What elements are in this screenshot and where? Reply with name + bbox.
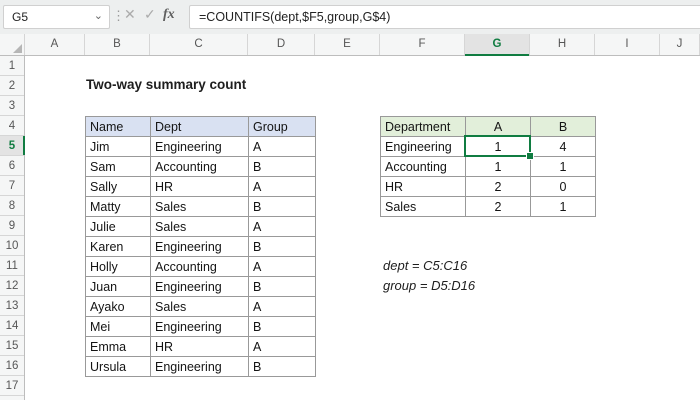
row-header-15[interactable]: 15 <box>0 336 24 356</box>
cell[interactable]: Accounting <box>150 256 249 277</box>
column-header-F[interactable]: F <box>380 34 465 55</box>
cell[interactable]: Ursula <box>85 356 151 377</box>
cell[interactable]: A <box>248 136 316 157</box>
column-header-B[interactable]: B <box>85 34 150 55</box>
cell[interactable]: 2 <box>465 176 531 197</box>
cell[interactable]: 1 <box>530 196 596 217</box>
header-cell[interactable]: Group <box>248 116 316 137</box>
cell[interactable]: A <box>248 176 316 197</box>
row-header-16[interactable]: 16 <box>0 356 24 376</box>
row-header-5[interactable]: 5 <box>0 136 25 156</box>
cell[interactable]: Sales <box>150 196 249 217</box>
chevron-down-icon[interactable]: ⌄ <box>94 6 103 26</box>
column-header-A[interactable]: A <box>25 34 85 55</box>
row-header-3[interactable]: 3 <box>0 96 24 116</box>
formula-bar: G5 ⌄ ⋮ ✕ ✓ fx =COUNTIFS(dept,$F5,group,G… <box>0 0 700 34</box>
row-header-8[interactable]: 8 <box>0 196 24 216</box>
cell[interactable]: HR <box>150 176 249 197</box>
cell[interactable]: B <box>248 196 316 217</box>
cell[interactable]: Sales <box>150 296 249 317</box>
cell[interactable]: Julie <box>85 216 151 237</box>
cell[interactable]: Accounting <box>380 156 466 177</box>
row-header-17[interactable]: 17 <box>0 376 24 396</box>
cell[interactable]: B <box>248 276 316 297</box>
cell[interactable]: Mei <box>85 316 151 337</box>
column-header-J[interactable]: J <box>660 34 700 55</box>
header-cell[interactable]: B <box>530 116 596 137</box>
cell[interactable]: B <box>248 316 316 337</box>
cell[interactable]: 1 <box>465 156 531 177</box>
cell[interactable]: B <box>248 156 316 177</box>
enter-icon[interactable]: ✓ <box>144 6 156 23</box>
row-header-4[interactable]: 4 <box>0 116 24 136</box>
excel-window: G5 ⌄ ⋮ ✕ ✓ fx =COUNTIFS(dept,$F5,group,G… <box>0 0 700 400</box>
cell[interactable]: A <box>248 336 316 357</box>
row-header-14[interactable]: 14 <box>0 316 24 336</box>
cell[interactable]: Accounting <box>150 156 249 177</box>
cell[interactable]: Sales <box>150 216 249 237</box>
fill-handle[interactable] <box>526 152 534 160</box>
row-header-9[interactable]: 9 <box>0 216 24 236</box>
cell[interactable]: Sam <box>85 156 151 177</box>
row-header-1[interactable]: 1 <box>0 56 24 76</box>
cell[interactable]: Sally <box>85 176 151 197</box>
name-box-value: G5 <box>12 10 29 24</box>
row-header-6[interactable]: 6 <box>0 156 24 176</box>
formula-text: =COUNTIFS(dept,$F5,group,G$4) <box>199 10 391 24</box>
header-cell[interactable]: A <box>465 116 531 137</box>
cell[interactable]: Karen <box>85 236 151 257</box>
cell[interactable]: 1 <box>530 156 596 177</box>
cell[interactable]: HR <box>380 176 466 197</box>
selected-cell-outline[interactable] <box>464 135 534 160</box>
column-header-G[interactable]: G <box>465 34 530 56</box>
select-all-triangle-icon <box>13 44 22 53</box>
header-cell[interactable]: Department <box>380 116 466 137</box>
row-header-7[interactable]: 7 <box>0 176 24 196</box>
cancel-icon[interactable]: ✕ <box>124 6 136 23</box>
row-header-13[interactable]: 13 <box>0 296 24 316</box>
column-header-H[interactable]: H <box>530 34 595 55</box>
cell[interactable]: Engineering <box>150 356 249 377</box>
cell[interactable]: Engineering <box>380 136 466 157</box>
row-header-10[interactable]: 10 <box>0 236 24 256</box>
name-box[interactable]: G5 ⌄ <box>3 5 110 29</box>
cell[interactable]: Juan <box>85 276 151 297</box>
cell[interactable]: Engineering <box>150 136 249 157</box>
sheet-title: Two-way summary count <box>86 77 247 92</box>
insert-function-icon[interactable]: fx <box>163 7 175 23</box>
column-header-I[interactable]: I <box>595 34 660 55</box>
header-cell[interactable]: Name <box>85 116 151 137</box>
header-cell[interactable]: Dept <box>150 116 249 137</box>
cell[interactable]: Engineering <box>150 236 249 257</box>
select-all-button[interactable] <box>0 34 25 55</box>
cell[interactable]: Engineering <box>150 316 249 337</box>
cell[interactable]: Engineering <box>150 276 249 297</box>
data-table: Name Dept Group Jim Engineering A Sam Accountin… <box>85 116 316 377</box>
column-header-E[interactable]: E <box>315 34 380 55</box>
cell[interactable]: 4 <box>530 136 596 157</box>
cell[interactable]: A <box>248 256 316 277</box>
column-header-C[interactable]: C <box>150 34 248 55</box>
formula-input[interactable]: =COUNTIFS(dept,$F5,group,G$4) <box>189 5 700 29</box>
cell[interactable]: Emma <box>85 336 151 357</box>
cell[interactable]: 2 <box>465 196 531 217</box>
cell[interactable]: Sales <box>380 196 466 217</box>
summary-table: Department A B Engineering 1 4 Accounting 1 1 HR 2… <box>380 116 596 217</box>
named-range-note-dept: dept = C5:C16 <box>383 258 468 273</box>
cell[interactable]: A <box>248 296 316 317</box>
cell[interactable]: Jim <box>85 136 151 157</box>
row-header-11[interactable]: 11 <box>0 256 24 276</box>
cell[interactable]: Matty <box>85 196 151 217</box>
row-header-12[interactable]: 12 <box>0 276 24 296</box>
cell[interactable]: Ayako <box>85 296 151 317</box>
named-range-note-group: group = D5:D16 <box>383 278 476 293</box>
cell[interactable]: Holly <box>85 256 151 277</box>
cell[interactable]: B <box>248 356 316 377</box>
cell[interactable]: A <box>248 216 316 237</box>
column-header-D[interactable]: D <box>248 34 315 55</box>
row-header-2[interactable]: 2 <box>0 76 24 96</box>
cell[interactable]: HR <box>150 336 249 357</box>
cell[interactable]: 0 <box>530 176 596 197</box>
cell[interactable]: B <box>248 236 316 257</box>
